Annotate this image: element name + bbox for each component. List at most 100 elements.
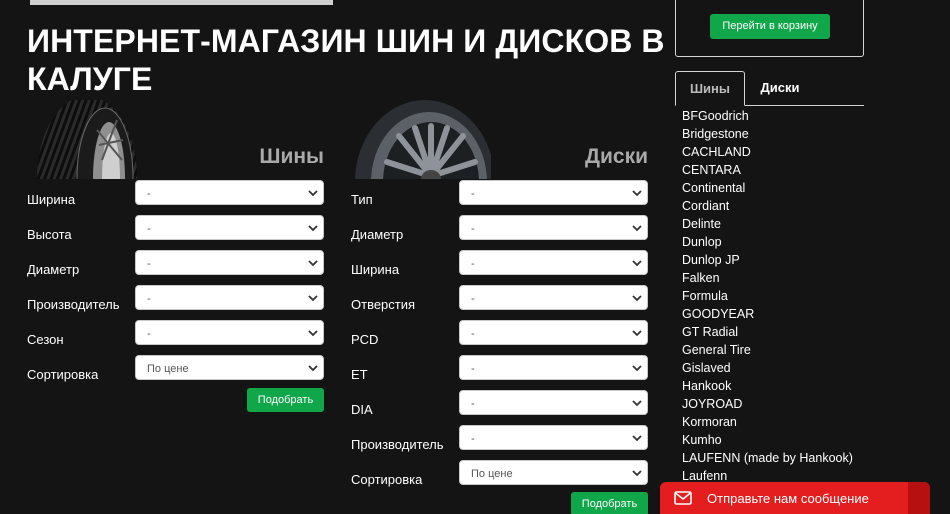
select-value: - — [147, 293, 151, 305]
chevron-down-icon — [308, 225, 318, 232]
chat-widget-button[interactable]: Отправьте нам сообщение — [660, 482, 930, 514]
wheel-search-form: Диски Тип - Диаметр - Ширина - Отверстия… — [351, 100, 648, 514]
brand-link[interactable]: Dunlop — [682, 233, 882, 251]
chat-label: Отправьте нам сообщение — [707, 491, 869, 506]
wheel-diameter-select[interactable]: - — [459, 215, 648, 240]
tyre-season-select[interactable]: - — [135, 320, 324, 345]
field-row-diameter: Диаметр - — [27, 249, 324, 284]
field-row-height: Высота - — [27, 214, 324, 249]
wheel-image — [351, 100, 491, 179]
chevron-down-icon — [308, 330, 318, 337]
brand-link[interactable]: Hankook — [682, 377, 882, 395]
brand-link[interactable]: Kormoran — [682, 413, 882, 431]
brand-link[interactable]: Cordiant — [682, 197, 882, 215]
select-value: По цене — [147, 363, 189, 375]
wheel-dia-select[interactable]: - — [459, 390, 648, 415]
wheel-width-select[interactable]: - — [459, 250, 648, 275]
brand-link[interactable]: General Tire — [682, 341, 882, 359]
brand-link[interactable]: CENTARA — [682, 161, 882, 179]
field-label: Диаметр — [351, 227, 404, 242]
field-label: Высота — [27, 227, 72, 242]
field-row-sort: Сортировка По цене — [27, 354, 324, 389]
field-row-et: ET - — [351, 354, 648, 389]
page-title: ИНТЕРНЕТ-МАГАЗИН ШИН И ДИСКОВ В КАЛУГЕ — [27, 23, 665, 97]
field-row-season: Сезон - — [27, 319, 324, 354]
field-row-manufacturer: Производитель - — [351, 424, 648, 459]
wheel-et-select[interactable]: - — [459, 355, 648, 380]
tyre-submit-button[interactable]: Подобрать — [247, 388, 324, 412]
select-value: - — [471, 398, 475, 410]
brand-link[interactable]: Dunlop JP — [682, 251, 882, 269]
chevron-down-icon — [632, 400, 642, 407]
wheel-type-select[interactable]: - — [459, 180, 648, 205]
field-label: Производитель — [351, 437, 444, 452]
chevron-down-icon — [632, 365, 642, 372]
field-label: Ширина — [351, 262, 400, 277]
brand-link[interactable]: GT Radial — [682, 323, 882, 341]
brand-link[interactable]: BFGoodrich — [682, 107, 882, 125]
field-row-manufacturer: Производитель - — [27, 284, 324, 319]
field-label: Тип — [351, 192, 373, 207]
wheel-manufacturer-select[interactable]: - — [459, 425, 648, 450]
select-value: - — [147, 223, 151, 235]
chevron-down-icon — [632, 330, 642, 337]
select-value: - — [471, 188, 475, 200]
brand-link[interactable]: Falken — [682, 269, 882, 287]
chevron-down-icon — [632, 295, 642, 302]
field-label: PCD — [351, 332, 379, 347]
chevron-down-icon — [308, 260, 318, 267]
select-value: - — [147, 188, 151, 200]
select-value: - — [471, 293, 475, 305]
go-to-cart-button[interactable]: Перейти в корзину — [710, 14, 830, 39]
field-row-width: Ширина - — [351, 249, 648, 284]
field-row-diameter: Диаметр - — [351, 214, 648, 249]
brand-link[interactable]: GOODYEAR — [682, 305, 882, 323]
field-row-width: Ширина - — [27, 179, 324, 214]
field-label: Диаметр — [27, 262, 80, 277]
tyre-height-select[interactable]: - — [135, 215, 324, 240]
top-banner-strip — [30, 0, 333, 5]
chevron-down-icon — [632, 190, 642, 197]
brand-link[interactable]: LAUFENN (made by Hankook) — [682, 449, 882, 467]
field-label: Производитель — [27, 297, 120, 312]
wheel-submit-button[interactable]: Подобрать — [571, 492, 648, 514]
chevron-down-icon — [308, 190, 318, 197]
brand-link[interactable]: Formula — [682, 287, 882, 305]
select-value: - — [147, 258, 151, 270]
field-label: Отверстия — [351, 297, 416, 312]
field-label: DIA — [351, 402, 373, 417]
brand-link[interactable]: Gislaved — [682, 359, 882, 377]
select-value: - — [471, 363, 475, 375]
tyre-diameter-select[interactable]: - — [135, 250, 324, 275]
wheel-sort-select[interactable]: По цене — [459, 460, 648, 485]
tyre-manufacturer-select[interactable]: - — [135, 285, 324, 310]
wheel-pcd-select[interactable]: - — [459, 320, 648, 345]
brand-link[interactable]: JOYROAD — [682, 395, 882, 413]
chevron-down-icon — [632, 225, 642, 232]
brand-link[interactable]: Kumho — [682, 431, 882, 449]
brand-link[interactable]: Bridgestone — [682, 125, 882, 143]
tyre-search-form: Шины Ширина - Высота - Диаметр - Произво… — [27, 100, 324, 412]
tyre-image — [27, 100, 137, 179]
cart-widget: Перейти в корзину — [675, 0, 864, 57]
tyre-form-title: Шины — [259, 145, 324, 168]
field-row-sort: Сортировка По цене — [351, 459, 648, 494]
tyre-width-select[interactable]: - — [135, 180, 324, 205]
brand-link[interactable]: Continental — [682, 179, 882, 197]
chat-edge — [908, 482, 930, 514]
chevron-down-icon — [632, 435, 642, 442]
tab-wheels[interactable]: Диски — [745, 71, 815, 106]
select-value: - — [471, 258, 475, 270]
mail-icon — [674, 491, 692, 505]
tab-tyres[interactable]: Шины — [675, 71, 745, 106]
brand-link[interactable]: Delinte — [682, 215, 882, 233]
field-label: Сезон — [27, 332, 64, 347]
chevron-down-icon — [632, 470, 642, 477]
wheel-form-title: Диски — [585, 145, 648, 168]
tyre-sort-select[interactable]: По цене — [135, 355, 324, 380]
wheel-holes-select[interactable]: - — [459, 285, 648, 310]
chevron-down-icon — [308, 365, 318, 372]
field-label: Ширина — [27, 192, 76, 207]
field-row-type: Тип - — [351, 179, 648, 214]
brand-link[interactable]: CACHLAND — [682, 143, 882, 161]
